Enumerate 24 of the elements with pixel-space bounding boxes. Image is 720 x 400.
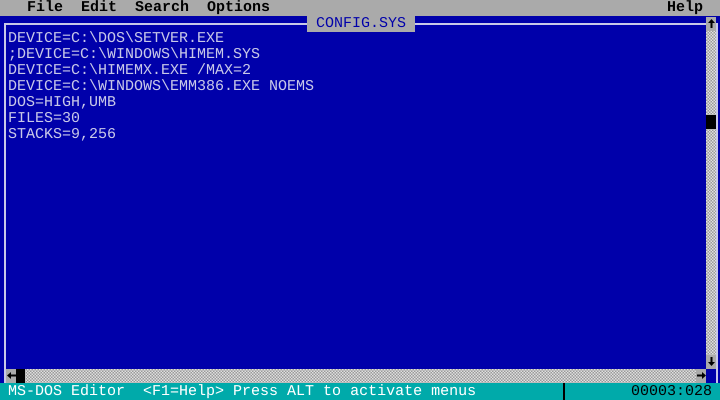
horizontal-scrollbar[interactable] — [6, 369, 706, 383]
text-line: DEVICE=C:\WINDOWS\EMM386.EXE NOEMS — [8, 79, 316, 95]
menu-item[interactable]: Options — [198, 0, 280, 16]
app-name: MS-DOS Editor — [8, 383, 126, 400]
up-arrow-icon — [708, 18, 714, 28]
menu-item[interactable]: Edit — [72, 0, 126, 16]
scroll-thumb[interactable] — [706, 115, 716, 129]
menu-item[interactable]: Help — [658, 0, 712, 16]
window-title: CONFIG.SYS — [307, 15, 415, 32]
text-line: DEVICE=C:\HIMEMX.EXE /MAX=2 — [8, 63, 252, 79]
text-line: DEVICE=C:\DOS\SETVER.EXE — [8, 31, 226, 47]
menu-item[interactable]: File — [18, 0, 72, 16]
scroll-thumb[interactable] — [16, 369, 25, 383]
down-arrow-icon — [708, 356, 714, 366]
text-line: DOS=HIGH,UMB — [8, 95, 118, 111]
left-arrow-icon — [6, 372, 16, 379]
right-arrow-icon — [696, 372, 706, 379]
text-line: FILES=30 — [8, 111, 82, 127]
text-line: STACKS=9,256 — [8, 127, 118, 143]
text-line: ;DEVICE=C:\WINDOWS\HIMEM.SYS — [8, 47, 262, 63]
cursor-position: 00003:028 — [630, 383, 712, 400]
menu-item[interactable]: Search — [126, 0, 198, 16]
status-hint: <F1=Help> Press ALT to activate menus — [143, 383, 476, 400]
vertical-scrollbar[interactable] — [706, 17, 716, 369]
